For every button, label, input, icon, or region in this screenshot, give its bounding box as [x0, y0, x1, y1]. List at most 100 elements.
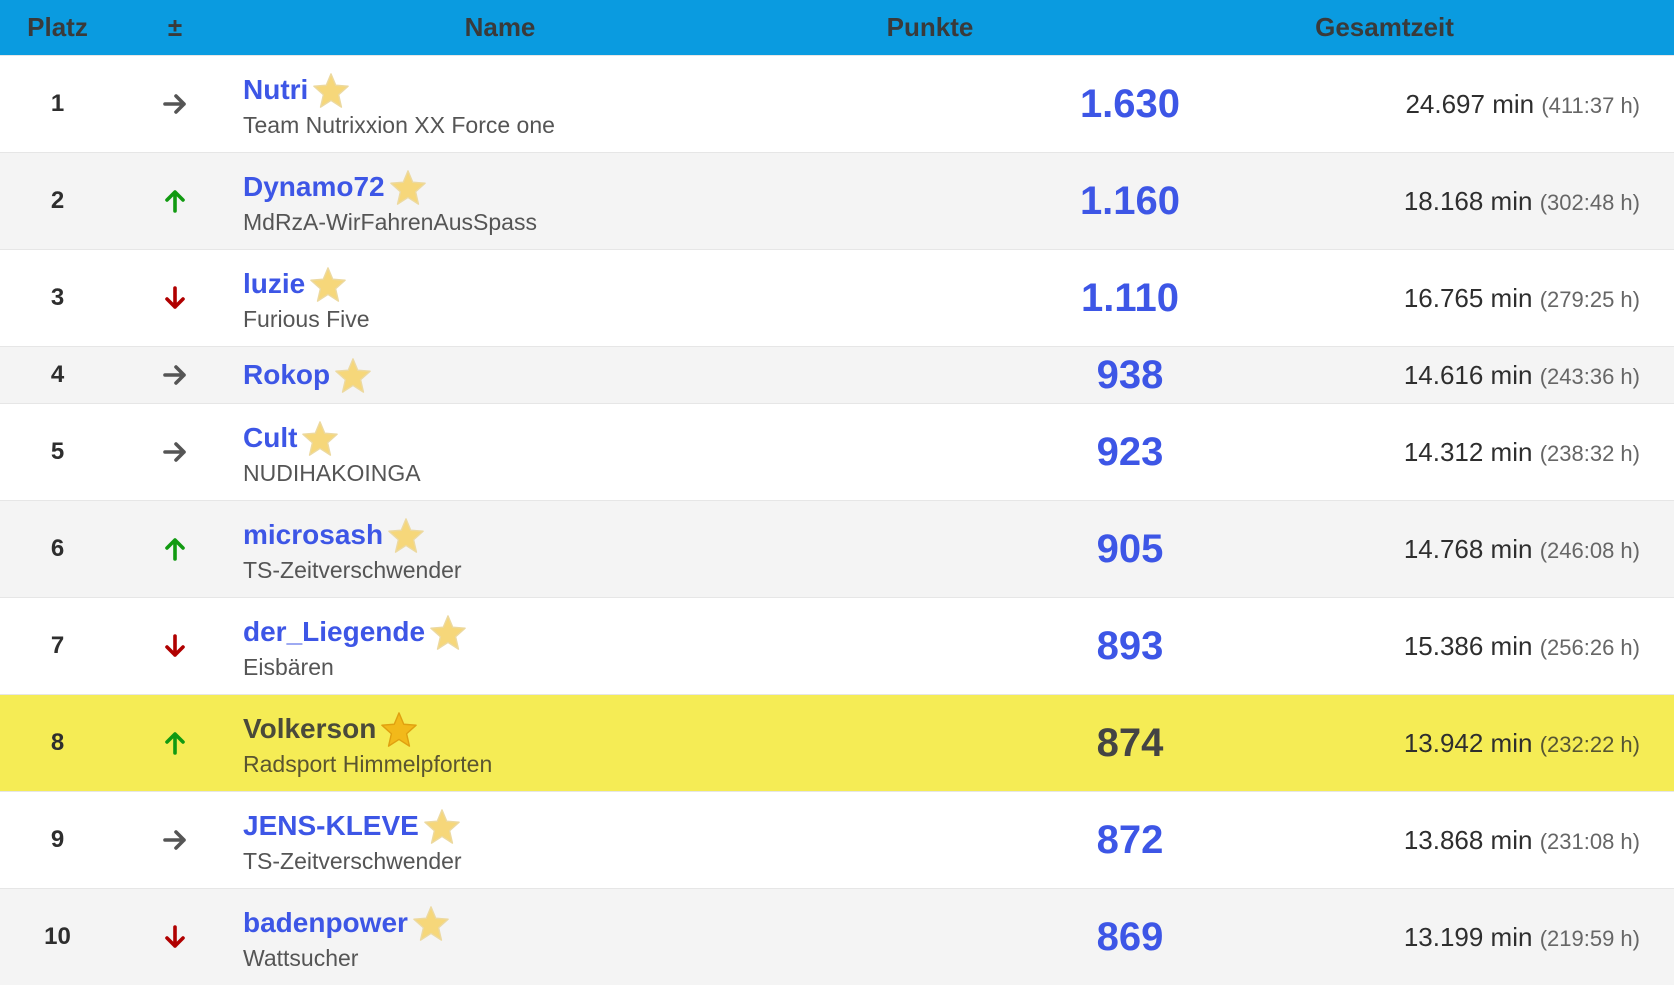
team-name[interactable]: Team Nutrixxion XX Force one [243, 112, 965, 139]
total-time-hours: (302:48 h) [1539, 189, 1640, 215]
table-header: Platz ± Name Punkte Gesamtzeit [0, 0, 1674, 55]
user-name-link[interactable]: Rokop [243, 359, 330, 391]
team-name[interactable]: Radsport Himmelpforten [243, 751, 965, 778]
points-value: 869 [1096, 914, 1164, 959]
total-time-cell: 13.942 min (232:22 h) [1295, 728, 1674, 759]
user-name-line: microsash [243, 515, 965, 555]
table-row[interactable]: 3 luzie Furious Five 1.110 16.765 min (279:2… [0, 249, 1674, 346]
user-name-link[interactable]: badenpower [243, 907, 408, 939]
user-name-link[interactable]: luzie [243, 268, 305, 300]
total-time-hours: (238:32 h) [1539, 440, 1640, 466]
star-icon[interactable] [423, 807, 461, 845]
arrow-up-icon [115, 187, 235, 215]
table-row[interactable]: 2 Dynamo72 MdRzA-WirFahrenAusSpass 1.160 18.… [0, 152, 1674, 249]
header-points[interactable]: Punkte [765, 12, 1095, 43]
star-icon[interactable] [301, 419, 339, 457]
leaderboard-table: Platz ± Name Punkte Gesamtzeit 1 Nutri Tea… [0, 0, 1674, 985]
total-time-minutes: 16.765 min [1403, 282, 1533, 313]
user-name-line: Dynamo72 [243, 167, 965, 207]
name-cell: Volkerson Radsport Himmelpforten [235, 709, 965, 778]
total-time-minutes: 18.168 min [1403, 185, 1533, 216]
name-cell: badenpower Wattsucher [235, 903, 965, 972]
total-time-minutes: 13.868 min [1403, 824, 1533, 855]
user-name-link[interactable]: der_Liegende [243, 616, 425, 648]
star-icon[interactable] [389, 168, 427, 206]
star-icon[interactable] [309, 265, 347, 303]
star-icon[interactable] [412, 904, 450, 942]
header-rank[interactable]: Platz [0, 12, 115, 43]
table-row[interactable]: 1 Nutri Team Nutrixxion XX Force one 1.630 2… [0, 55, 1674, 152]
rank-cell: 7 [50, 632, 65, 659]
total-time-cell: 13.868 min (231:08 h) [1295, 825, 1674, 856]
user-name-link[interactable]: Cult [243, 422, 297, 454]
total-time-cell: 13.199 min (219:59 h) [1295, 922, 1674, 953]
table-body: 1 Nutri Team Nutrixxion XX Force one 1.630 2… [0, 55, 1674, 985]
points-value: 938 [1096, 352, 1164, 397]
user-name-link[interactable]: microsash [243, 519, 383, 551]
points-value: 1.160 [1079, 178, 1181, 223]
arrow-right-icon [115, 826, 235, 854]
total-time-hours: (243:36 h) [1539, 363, 1640, 389]
total-time-hours: (246:08 h) [1539, 537, 1640, 563]
team-name[interactable]: Furious Five [243, 306, 965, 333]
star-icon[interactable] [387, 516, 425, 554]
rank-cell: 3 [50, 284, 65, 311]
rank-cell: 9 [50, 826, 65, 853]
team-name[interactable]: TS-Zeitverschwender [243, 848, 965, 875]
points-value: 1.110 [1081, 275, 1179, 320]
arrow-down-icon [115, 923, 235, 951]
team-name[interactable]: Eisbären [243, 654, 965, 681]
arrow-up-icon [115, 535, 235, 563]
name-cell: Rokop [235, 355, 965, 395]
points-value: 872 [1096, 817, 1164, 862]
total-time-minutes: 13.942 min [1403, 727, 1533, 758]
total-time-hours: (232:22 h) [1539, 731, 1640, 757]
user-name-link[interactable]: JENS-KLEVE [243, 810, 419, 842]
header-name[interactable]: Name [235, 12, 765, 43]
user-name-line: Volkerson [243, 709, 965, 749]
total-time-minutes: 13.199 min [1403, 921, 1533, 952]
table-row[interactable]: 8 Volkerson Radsport Himmelpforten 874 13.94… [0, 694, 1674, 791]
star-icon[interactable] [380, 710, 418, 748]
team-name[interactable]: TS-Zeitverschwender [243, 557, 965, 584]
points-value: 1.630 [1079, 81, 1181, 126]
rank-cell: 10 [44, 923, 71, 950]
star-icon[interactable] [312, 71, 350, 109]
user-name-link[interactable]: Nutri [243, 74, 308, 106]
name-cell: Cult NUDIHAKOINGA [235, 418, 965, 487]
name-cell: JENS-KLEVE TS-Zeitverschwender [235, 806, 965, 875]
header-trend[interactable]: ± [115, 12, 235, 43]
table-row[interactable]: 5 Cult NUDIHAKOINGA 923 14.312 min (238:32 h… [0, 403, 1674, 500]
total-time-hours: (219:59 h) [1539, 925, 1640, 951]
rank-cell: 5 [50, 438, 65, 465]
team-name[interactable]: NUDIHAKOINGA [243, 460, 965, 487]
name-cell: luzie Furious Five [235, 264, 965, 333]
total-time-hours: (231:08 h) [1539, 828, 1640, 854]
total-time-hours: (279:25 h) [1539, 286, 1640, 312]
total-time-cell: 14.312 min (238:32 h) [1295, 437, 1674, 468]
table-row[interactable]: 6 microsash TS-Zeitverschwender 905 14.768 m… [0, 500, 1674, 597]
table-row[interactable]: 7 der_Liegende Eisbären 893 15.386 min (256:… [0, 597, 1674, 694]
star-icon[interactable] [334, 356, 372, 394]
arrow-up-icon [115, 729, 235, 757]
user-name-line: luzie [243, 264, 965, 304]
header-total-time[interactable]: Gesamtzeit [1095, 12, 1674, 43]
user-name-line: JENS-KLEVE [243, 806, 965, 846]
user-name-link[interactable]: Dynamo72 [243, 171, 385, 203]
table-row[interactable]: 4 Rokop 938 14.616 min (243:36 h) [0, 346, 1674, 403]
user-name-link[interactable]: Volkerson [243, 713, 376, 745]
team-name[interactable]: Wattsucher [243, 945, 965, 972]
team-name[interactable]: MdRzA-WirFahrenAusSpass [243, 209, 965, 236]
user-name-line: Cult [243, 418, 965, 458]
total-time-cell: 15.386 min (256:26 h) [1295, 631, 1674, 662]
total-time-minutes: 15.386 min [1403, 630, 1533, 661]
total-time-minutes: 14.768 min [1403, 533, 1533, 564]
rank-cell: 8 [50, 729, 65, 756]
user-name-line: Rokop [243, 355, 965, 395]
table-row[interactable]: 10 badenpower Wattsucher 869 13.199 min (219… [0, 888, 1674, 985]
name-cell: microsash TS-Zeitverschwender [235, 515, 965, 584]
total-time-hours: (256:26 h) [1539, 634, 1640, 660]
total-time-cell: 14.768 min (246:08 h) [1295, 534, 1674, 565]
table-row[interactable]: 9 JENS-KLEVE TS-Zeitverschwender 872 13.868 … [0, 791, 1674, 888]
star-icon[interactable] [429, 613, 467, 651]
